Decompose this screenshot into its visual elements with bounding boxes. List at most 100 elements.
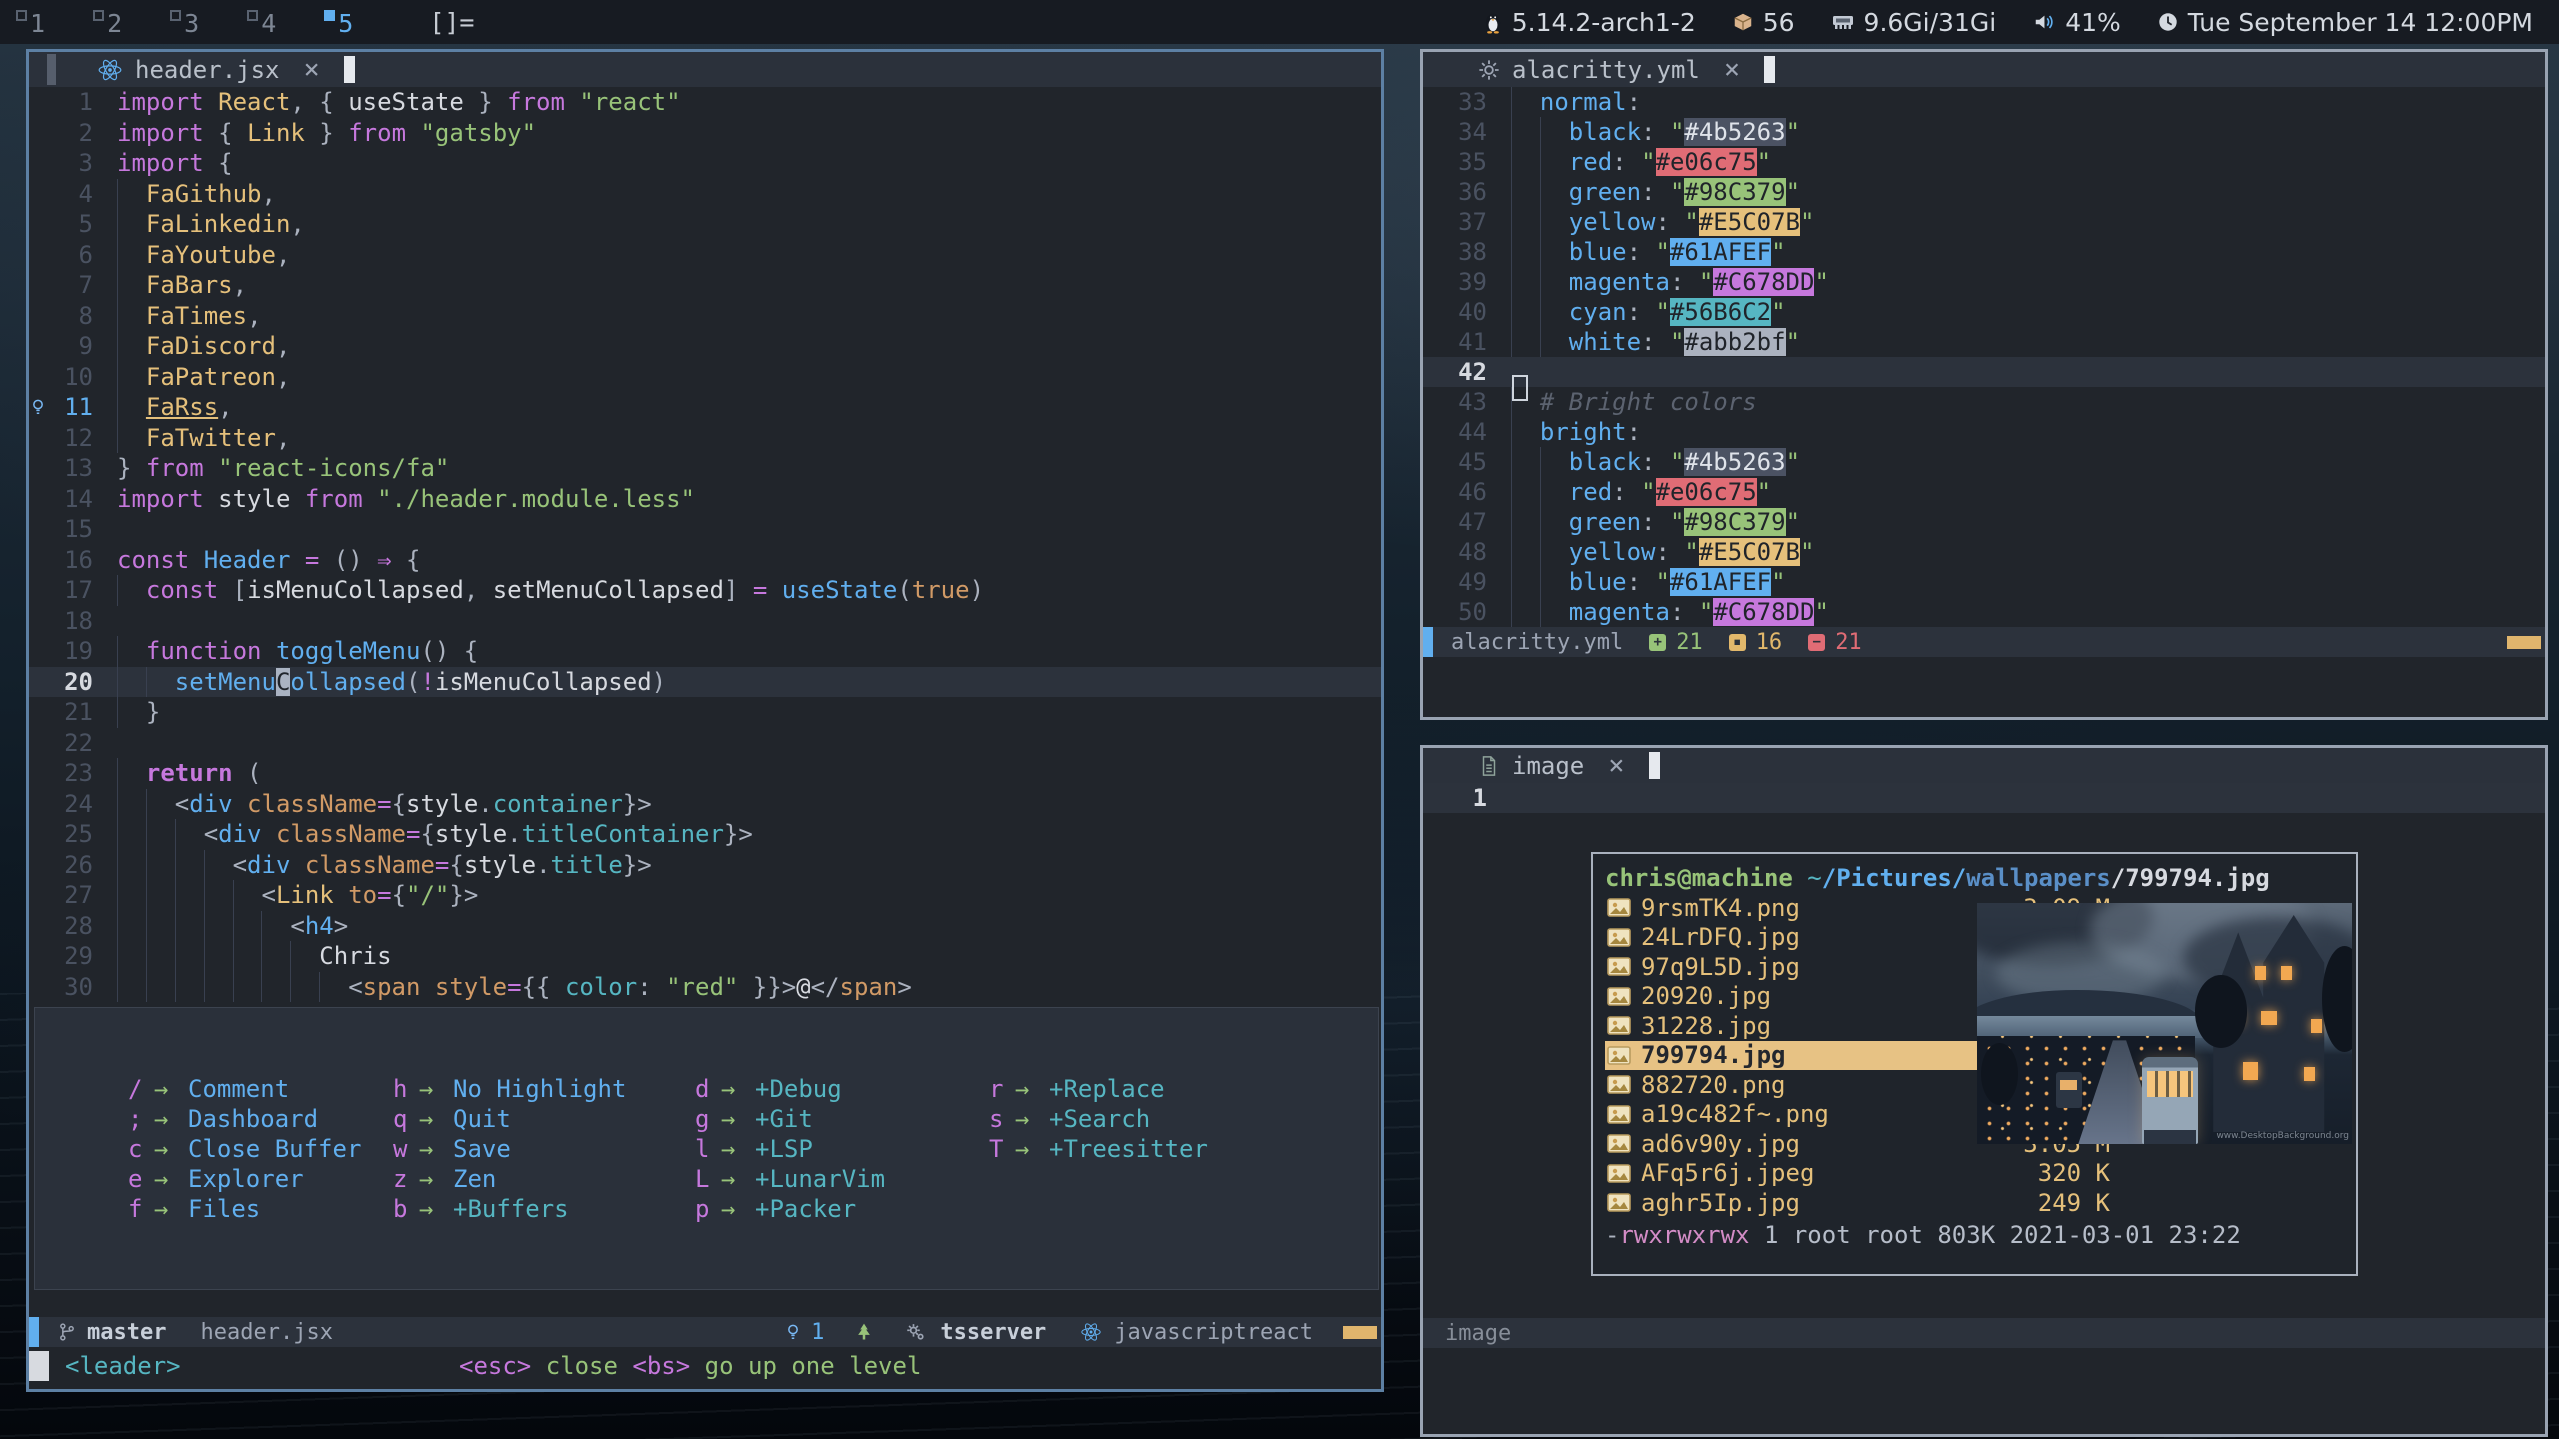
file-row[interactable]: AFq5r6j.jpeg320 K [1605, 1159, 2110, 1189]
file-path-header: chris@machine ~/Pictures/wallpapers/7997… [1605, 862, 2356, 893]
code-line-14[interactable]: 14import style from "./header.module.les… [29, 484, 1381, 515]
line-number: 42 [1441, 357, 1487, 387]
code-line-17[interactable]: 17 const [isMenuCollapsed, setMenuCollap… [29, 575, 1381, 606]
indent-guide-icon [204, 941, 205, 972]
whichkey-label: Comment [188, 1075, 289, 1103]
code-line-28[interactable]: 28 <h4> [29, 911, 1381, 942]
code-line-37[interactable]: 37 yellow: "#E5C07B" [1423, 207, 2545, 237]
tab-header-jsx[interactable]: header.jsx × [87, 52, 340, 87]
code-line-3[interactable]: 3import { [29, 148, 1381, 179]
whichkey-label: +Treesitter [1049, 1135, 1208, 1163]
code-line-4[interactable]: 4 FaGithub, [29, 179, 1381, 210]
code-segment [117, 271, 146, 299]
code-line-39[interactable]: 39 magenta: "#C678DD" [1423, 267, 2545, 297]
code-segment: bright [1540, 418, 1627, 446]
code-line-30[interactable]: 30 <span style={{ color: "red" }}>@</spa… [29, 972, 1381, 1003]
code-line-41[interactable]: 41 white: "#abb2bf" [1423, 327, 2545, 357]
close-icon[interactable]: × [304, 56, 320, 83]
code-line-34[interactable]: 34 black: "#4b5263" [1423, 117, 2545, 147]
code-line-45[interactable]: 45 black: "#4b5263" [1423, 447, 2545, 477]
tab-alacritty-yml[interactable]: alacritty.yml × [1468, 52, 1760, 87]
code-line-29[interactable]: 29 Chris [29, 941, 1381, 972]
code-segment: white [1569, 328, 1641, 356]
indent-guide-icon [1511, 87, 1512, 117]
code-buffer[interactable]: 33 normal:34 black: "#4b5263"35 red: "#e… [1423, 87, 2545, 627]
code-line-27[interactable]: 27 <Link to={"/"}> [29, 880, 1381, 911]
code-line-42[interactable]: 42 [1423, 357, 2545, 387]
code-line-50[interactable]: 50 magenta: "#C678DD" [1423, 597, 2545, 627]
code-line-18[interactable]: 18 [29, 606, 1381, 637]
code-line-40[interactable]: 40 cyan: "#56B6C2" [1423, 297, 2545, 327]
code-line-5[interactable]: 5 FaLinkedin, [29, 209, 1381, 240]
code-line-20[interactable]: 20 setMenuCollapsed(!isMenuCollapsed) [29, 667, 1381, 698]
code-line-36[interactable]: 36 green: "#98C379" [1423, 177, 2545, 207]
workspace-button-4[interactable]: 4 [247, 7, 282, 38]
terminal-window-image[interactable]: image × 1 chris@machine ~/Pictures/wallp… [1420, 745, 2548, 1437]
indent-guide-icon [117, 850, 118, 881]
code-line-24[interactable]: 24 <div className={style.container}> [29, 789, 1381, 820]
code-line-1[interactable]: 1import React, { useState } from "react" [29, 87, 1381, 118]
close-icon[interactable]: × [1608, 752, 1624, 779]
code-line-44[interactable]: 44 bright: [1423, 417, 2545, 447]
whichkey-key: ; [128, 1105, 154, 1133]
code-line-26[interactable]: 26 <div className={style.title}> [29, 850, 1381, 881]
code-line-35[interactable]: 35 red: "#e06c75" [1423, 147, 2545, 177]
code-line-23[interactable]: 23 return ( [29, 758, 1381, 789]
code-segment: = [507, 973, 521, 1001]
code-line-38[interactable]: 38 blue: "#61AFEF" [1423, 237, 2545, 267]
code-line-48[interactable]: 48 yellow: "#E5C07B" [1423, 537, 2545, 567]
code-text: <div className={style.titleContainer}> [117, 819, 1381, 850]
code-line-11[interactable]: 11 FaRss, [29, 392, 1381, 423]
code-line-12[interactable]: 12 FaTwitter, [29, 423, 1381, 454]
module-text: 5.14.2-arch1-2 [1512, 8, 1696, 37]
code-line-21[interactable]: 21 } [29, 697, 1381, 728]
hint-segment: go up one level [690, 1352, 921, 1380]
code-line-2[interactable]: 2import { Link } from "gatsby" [29, 118, 1381, 149]
code-line-6[interactable]: 6 FaYoutube, [29, 240, 1381, 271]
close-icon[interactable]: × [1724, 56, 1740, 83]
code-segment: ! [420, 668, 434, 696]
code-line-19[interactable]: 19 function toggleMenu() { [29, 636, 1381, 667]
code-segment: className [233, 790, 378, 818]
workspace-button-5[interactable]: 5 [324, 7, 359, 38]
code-line-15[interactable]: 15 [29, 514, 1381, 545]
code-text: yellow: "#E5C07B" [1511, 537, 2545, 567]
file-name: aghr5Ip.jpg [1641, 1189, 1992, 1217]
code-line-13[interactable]: 13} from "react-icons/fa" [29, 453, 1381, 484]
code-buffer[interactable]: 1 [1423, 783, 2545, 813]
terminal-window-config[interactable]: alacritty.yml × 33 normal:34 black: "#4b… [1420, 49, 2548, 720]
code-line-46[interactable]: 46 red: "#e06c75" [1423, 477, 2545, 507]
package-icon [1732, 11, 1754, 33]
code-segment: { [420, 820, 434, 848]
code-line-7[interactable]: 7 FaBars, [29, 270, 1381, 301]
workspace-button-2[interactable]: 2 [93, 7, 128, 38]
code-segment: [ [233, 576, 247, 604]
code-segment: Chris [319, 942, 391, 970]
code-line-47[interactable]: 47 green: "#98C379" [1423, 507, 2545, 537]
code-line-22[interactable]: 22 [29, 728, 1381, 759]
code-line-33[interactable]: 33 normal: [1423, 87, 2545, 117]
code-line-1[interactable]: 1 [1423, 783, 2545, 813]
code-line-43[interactable]: 43 # Bright colors [1423, 387, 2545, 417]
code-line-9[interactable]: 9 FaDiscord, [29, 331, 1381, 362]
file-name: 20920.jpg [1641, 982, 1992, 1010]
code-line-10[interactable]: 10 FaPatreon, [29, 362, 1381, 393]
terminal-window-editor[interactable]: header.jsx × 1import React, { useState }… [26, 49, 1384, 1392]
tab-image[interactable]: image × [1468, 748, 1645, 783]
code-line-8[interactable]: 8 FaTimes, [29, 301, 1381, 332]
code-segment: : [1641, 178, 1670, 206]
code-segment: < [117, 820, 218, 848]
indent-guide-icon [117, 911, 118, 942]
code-line-25[interactable]: 25 <div className={style.titleContainer}… [29, 819, 1381, 850]
workspace-button-3[interactable]: 3 [170, 7, 205, 38]
code-buffer[interactable]: 1import React, { useState } from "react"… [29, 87, 1381, 1002]
code-segment [117, 424, 146, 452]
line-number: 22 [47, 728, 93, 759]
indent-guide-icon [1540, 147, 1541, 177]
code-line-16[interactable]: 16const Header = () ⇒ { [29, 545, 1381, 576]
hint-segment: <esc> [459, 1352, 531, 1380]
code-line-49[interactable]: 49 blue: "#61AFEF" [1423, 567, 2545, 597]
workspace-button-1[interactable]: 1 [16, 7, 51, 38]
terminal-scrollbar[interactable] [47, 54, 56, 85]
file-row[interactable]: aghr5Ip.jpg249 K [1605, 1188, 2110, 1218]
